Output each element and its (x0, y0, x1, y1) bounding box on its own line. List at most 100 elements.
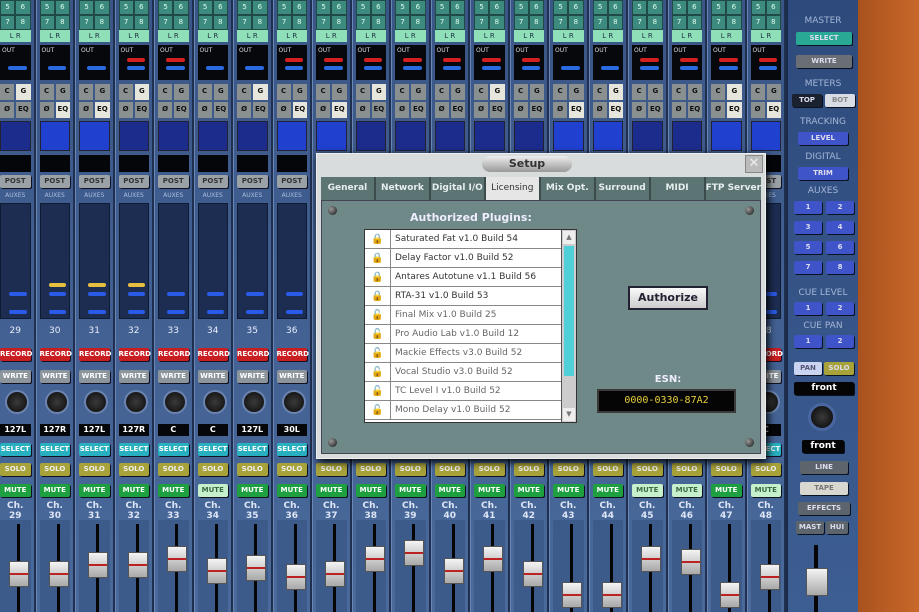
group-6-button[interactable]: 6 (450, 1, 464, 14)
group-7-button[interactable]: 7 (751, 16, 765, 29)
lr-assign-button[interactable]: L R (276, 30, 307, 42)
record-button[interactable]: RECORD (118, 348, 151, 361)
comp-button[interactable]: C (158, 84, 173, 100)
fader-handle[interactable] (641, 546, 661, 572)
mute-button[interactable]: MUTE (197, 484, 228, 497)
mute-button[interactable]: MUTE (671, 484, 702, 497)
master-aux-2-button[interactable]: 2 (826, 201, 854, 214)
group-6-button[interactable]: 6 (55, 1, 69, 14)
group-6-button[interactable]: 6 (253, 1, 267, 14)
solo-button[interactable]: SOLO (316, 463, 347, 476)
digital-trim-button[interactable]: TRIM (798, 167, 848, 180)
select-button[interactable]: SELECT (158, 443, 189, 456)
close-icon[interactable]: ✕ (745, 155, 763, 173)
group-5-button[interactable]: 5 (633, 1, 647, 14)
post-button[interactable]: POST (118, 175, 149, 188)
lr-assign-button[interactable]: L R (474, 30, 505, 42)
phase-button[interactable]: Ø (39, 102, 54, 118)
authorize-button[interactable]: Authorize (628, 286, 708, 310)
gate-button[interactable]: G (371, 84, 386, 100)
eq-button[interactable]: EQ (450, 102, 465, 118)
group-8-button[interactable]: 8 (134, 16, 148, 29)
gate-button[interactable]: G (292, 84, 307, 100)
group-8-button[interactable]: 8 (766, 16, 780, 29)
phase-button[interactable]: Ø (118, 102, 133, 118)
eq-curve-display[interactable] (434, 121, 465, 151)
phase-button[interactable]: Ø (474, 102, 489, 118)
group-5-button[interactable]: 5 (80, 1, 94, 14)
phase-button[interactable]: Ø (355, 102, 370, 118)
mute-button[interactable]: MUTE (0, 484, 31, 497)
comp-button[interactable]: C (632, 84, 647, 100)
channel-number[interactable]: 29 (0, 326, 31, 336)
eq-button[interactable]: EQ (727, 102, 742, 118)
aux-send-level[interactable] (206, 310, 224, 314)
group-7-button[interactable]: 7 (159, 16, 173, 29)
eq-curve-display[interactable] (237, 121, 268, 151)
group-6-button[interactable]: 6 (569, 1, 583, 14)
eq-button[interactable]: EQ (95, 102, 110, 118)
fader-handle[interactable] (48, 561, 69, 587)
gate-button[interactable]: G (55, 84, 70, 100)
post-button[interactable]: POST (39, 175, 70, 188)
eq-curve-display[interactable] (711, 121, 742, 151)
group-8-button[interactable]: 8 (371, 16, 385, 29)
solo-button[interactable]: SOLO (158, 463, 189, 476)
record-button[interactable]: RECORD (197, 348, 230, 361)
select-button[interactable]: SELECT (39, 443, 70, 456)
group-7-button[interactable]: 7 (356, 16, 370, 29)
gate-button[interactable]: G (411, 84, 426, 100)
group-7-button[interactable]: 7 (712, 16, 726, 29)
aux-send-level[interactable] (88, 292, 106, 296)
eq-curve-display[interactable] (513, 121, 544, 151)
comp-button[interactable]: C (276, 84, 291, 100)
plugin-list-item[interactable]: 🔒 RTA-31 v1.0 Build 53 (365, 287, 576, 306)
solo-button[interactable]: SOLO (750, 463, 781, 476)
comp-button[interactable]: C (513, 84, 528, 100)
solo-button[interactable]: SOLO (355, 463, 386, 476)
eq-curve-display[interactable] (39, 121, 70, 151)
group-7-button[interactable]: 7 (633, 16, 647, 29)
pan-knob[interactable] (123, 390, 148, 414)
cue-pan-1-button[interactable]: 1 (794, 335, 822, 348)
group-5-button[interactable]: 5 (593, 1, 607, 14)
lr-assign-button[interactable]: L R (39, 30, 70, 42)
tab-mix-opt-[interactable]: Mix Opt. (540, 177, 594, 200)
group-8-button[interactable]: 8 (16, 16, 30, 29)
eq-button[interactable]: EQ (55, 102, 70, 118)
record-button[interactable]: RECORD (39, 348, 72, 361)
group-5-button[interactable]: 5 (119, 1, 133, 14)
group-7-button[interactable]: 7 (475, 16, 489, 29)
write-button[interactable]: WRITE (79, 370, 110, 383)
mute-button[interactable]: MUTE (592, 484, 623, 497)
phase-button[interactable]: Ø (513, 102, 528, 118)
group-7-button[interactable]: 7 (593, 16, 607, 29)
group-5-button[interactable]: 5 (40, 1, 54, 14)
comp-button[interactable]: C (474, 84, 489, 100)
eq-button[interactable]: EQ (174, 102, 189, 118)
phase-button[interactable]: Ø (158, 102, 173, 118)
comp-button[interactable]: C (553, 84, 568, 100)
write-button[interactable]: WRITE (118, 370, 149, 383)
lr-assign-button[interactable]: L R (513, 30, 544, 42)
mute-button[interactable]: MUTE (434, 484, 465, 497)
gate-button[interactable]: G (95, 84, 110, 100)
eq-button[interactable]: EQ (332, 102, 347, 118)
solo-button[interactable]: SOLO (632, 463, 663, 476)
aux-send-level[interactable] (127, 310, 145, 314)
record-button[interactable]: RECORD (0, 348, 32, 361)
phase-button[interactable]: Ø (592, 102, 607, 118)
eq-button[interactable]: EQ (569, 102, 584, 118)
lr-assign-button[interactable]: L R (553, 30, 584, 42)
group-5-button[interactable]: 5 (712, 1, 726, 14)
mute-button[interactable]: MUTE (474, 484, 505, 497)
group-6-button[interactable]: 6 (332, 1, 346, 14)
group-8-button[interactable]: 8 (55, 16, 69, 29)
lr-assign-button[interactable]: L R (118, 30, 149, 42)
eq-button[interactable]: EQ (648, 102, 663, 118)
insert-slot[interactable] (276, 155, 307, 172)
gate-button[interactable]: G (332, 84, 347, 100)
eq-curve-display[interactable] (118, 121, 149, 151)
mute-button[interactable]: MUTE (750, 484, 781, 497)
fader-handle[interactable] (562, 582, 582, 608)
